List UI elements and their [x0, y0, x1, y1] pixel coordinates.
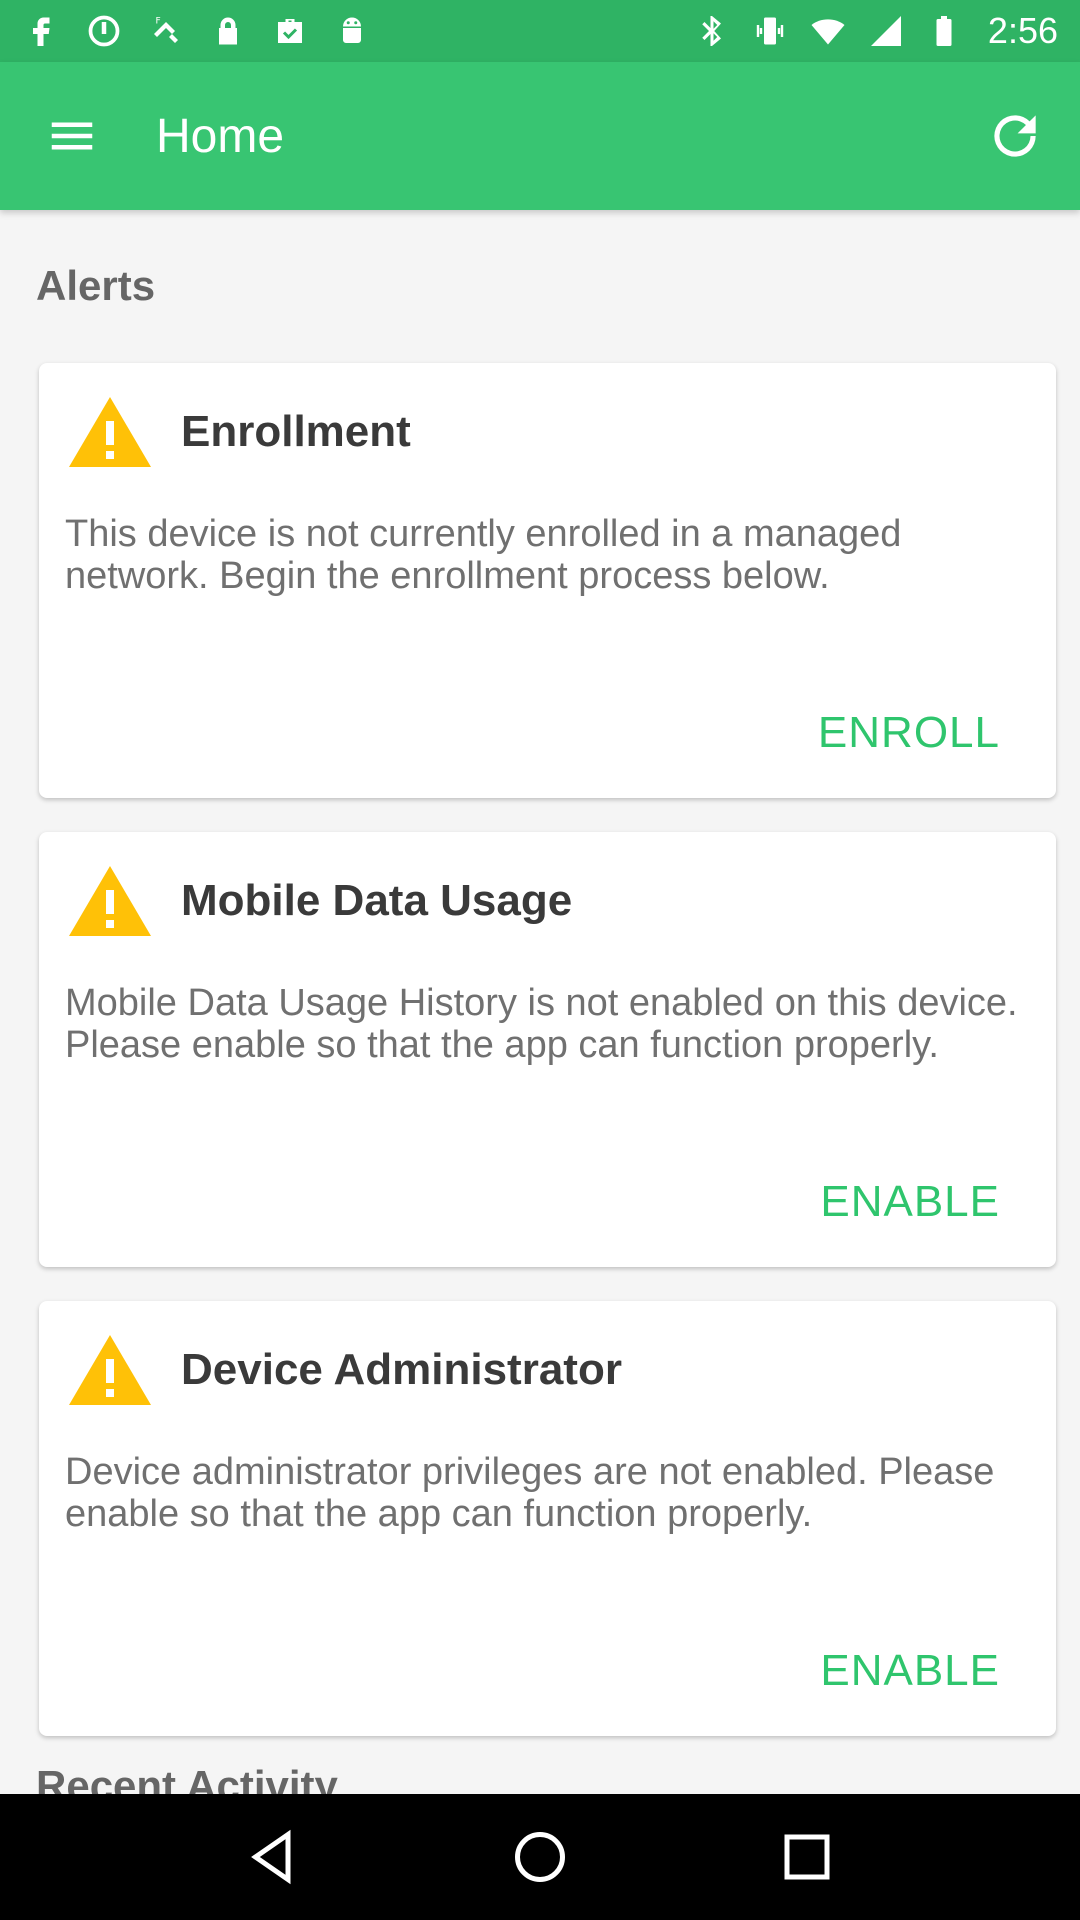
main-content[interactable]: Alerts Enrollment This device is not cur… — [0, 210, 1080, 1794]
vibrate-icon — [750, 11, 790, 51]
card-message: This device is not currently enrolled in… — [65, 513, 902, 597]
card-title: Mobile Data Usage — [181, 876, 573, 925]
recents-icon — [784, 1834, 830, 1880]
card-message: Mobile Data Usage History is not enabled… — [65, 982, 1018, 1066]
warning-icon — [69, 866, 151, 936]
refresh-button[interactable] — [970, 91, 1060, 181]
enroll-button[interactable]: ENROLL — [818, 708, 1000, 758]
home-button[interactable] — [495, 1812, 585, 1902]
briefcase-check-icon — [270, 11, 310, 51]
alert-card-device-administrator: Device Administrator Device administrato… — [39, 1301, 1056, 1736]
status-time: 2:56 — [987, 10, 1058, 51]
enable-data-usage-button[interactable]: ENABLE — [820, 1177, 1000, 1227]
menu-button[interactable] — [32, 96, 112, 176]
card-title: Enrollment — [181, 407, 411, 456]
battery-icon — [924, 11, 964, 51]
bluetooth-icon — [692, 11, 732, 51]
app-bar: Home — [0, 62, 1080, 210]
card-title: Device Administrator — [181, 1345, 622, 1394]
back-icon — [251, 1829, 291, 1885]
signal-icon — [866, 11, 906, 51]
alert-card-enrollment: Enrollment This device is not currently … — [39, 363, 1056, 798]
lock-icon — [208, 11, 248, 51]
sync-icon — [84, 11, 124, 51]
warning-icon — [69, 1335, 151, 1405]
back-button[interactable] — [228, 1812, 318, 1902]
status-bar: F 2:56 — [0, 0, 1080, 62]
menu-icon — [51, 122, 93, 150]
facebook-icon — [22, 11, 62, 51]
page-title: Home — [156, 109, 285, 163]
android-icon — [332, 11, 372, 51]
recents-button[interactable] — [762, 1812, 852, 1902]
card-message: Device administrator privileges are not … — [65, 1451, 995, 1535]
recent-activity-section-title: Recent Activity — [36, 1762, 338, 1794]
alert-card-mobile-data-usage: Mobile Data Usage Mobile Data Usage Hist… — [39, 832, 1056, 1267]
navigation-bar — [0, 1794, 1080, 1920]
home-icon — [514, 1832, 565, 1882]
wifi-icon — [808, 11, 848, 51]
enable-device-admin-button[interactable]: ENABLE — [820, 1646, 1000, 1696]
refresh-icon — [994, 115, 1036, 157]
svg-text:F: F — [156, 17, 161, 27]
warning-icon — [69, 397, 151, 467]
fake-gps-icon: F — [146, 11, 186, 51]
alerts-section-title: Alerts — [36, 262, 156, 309]
